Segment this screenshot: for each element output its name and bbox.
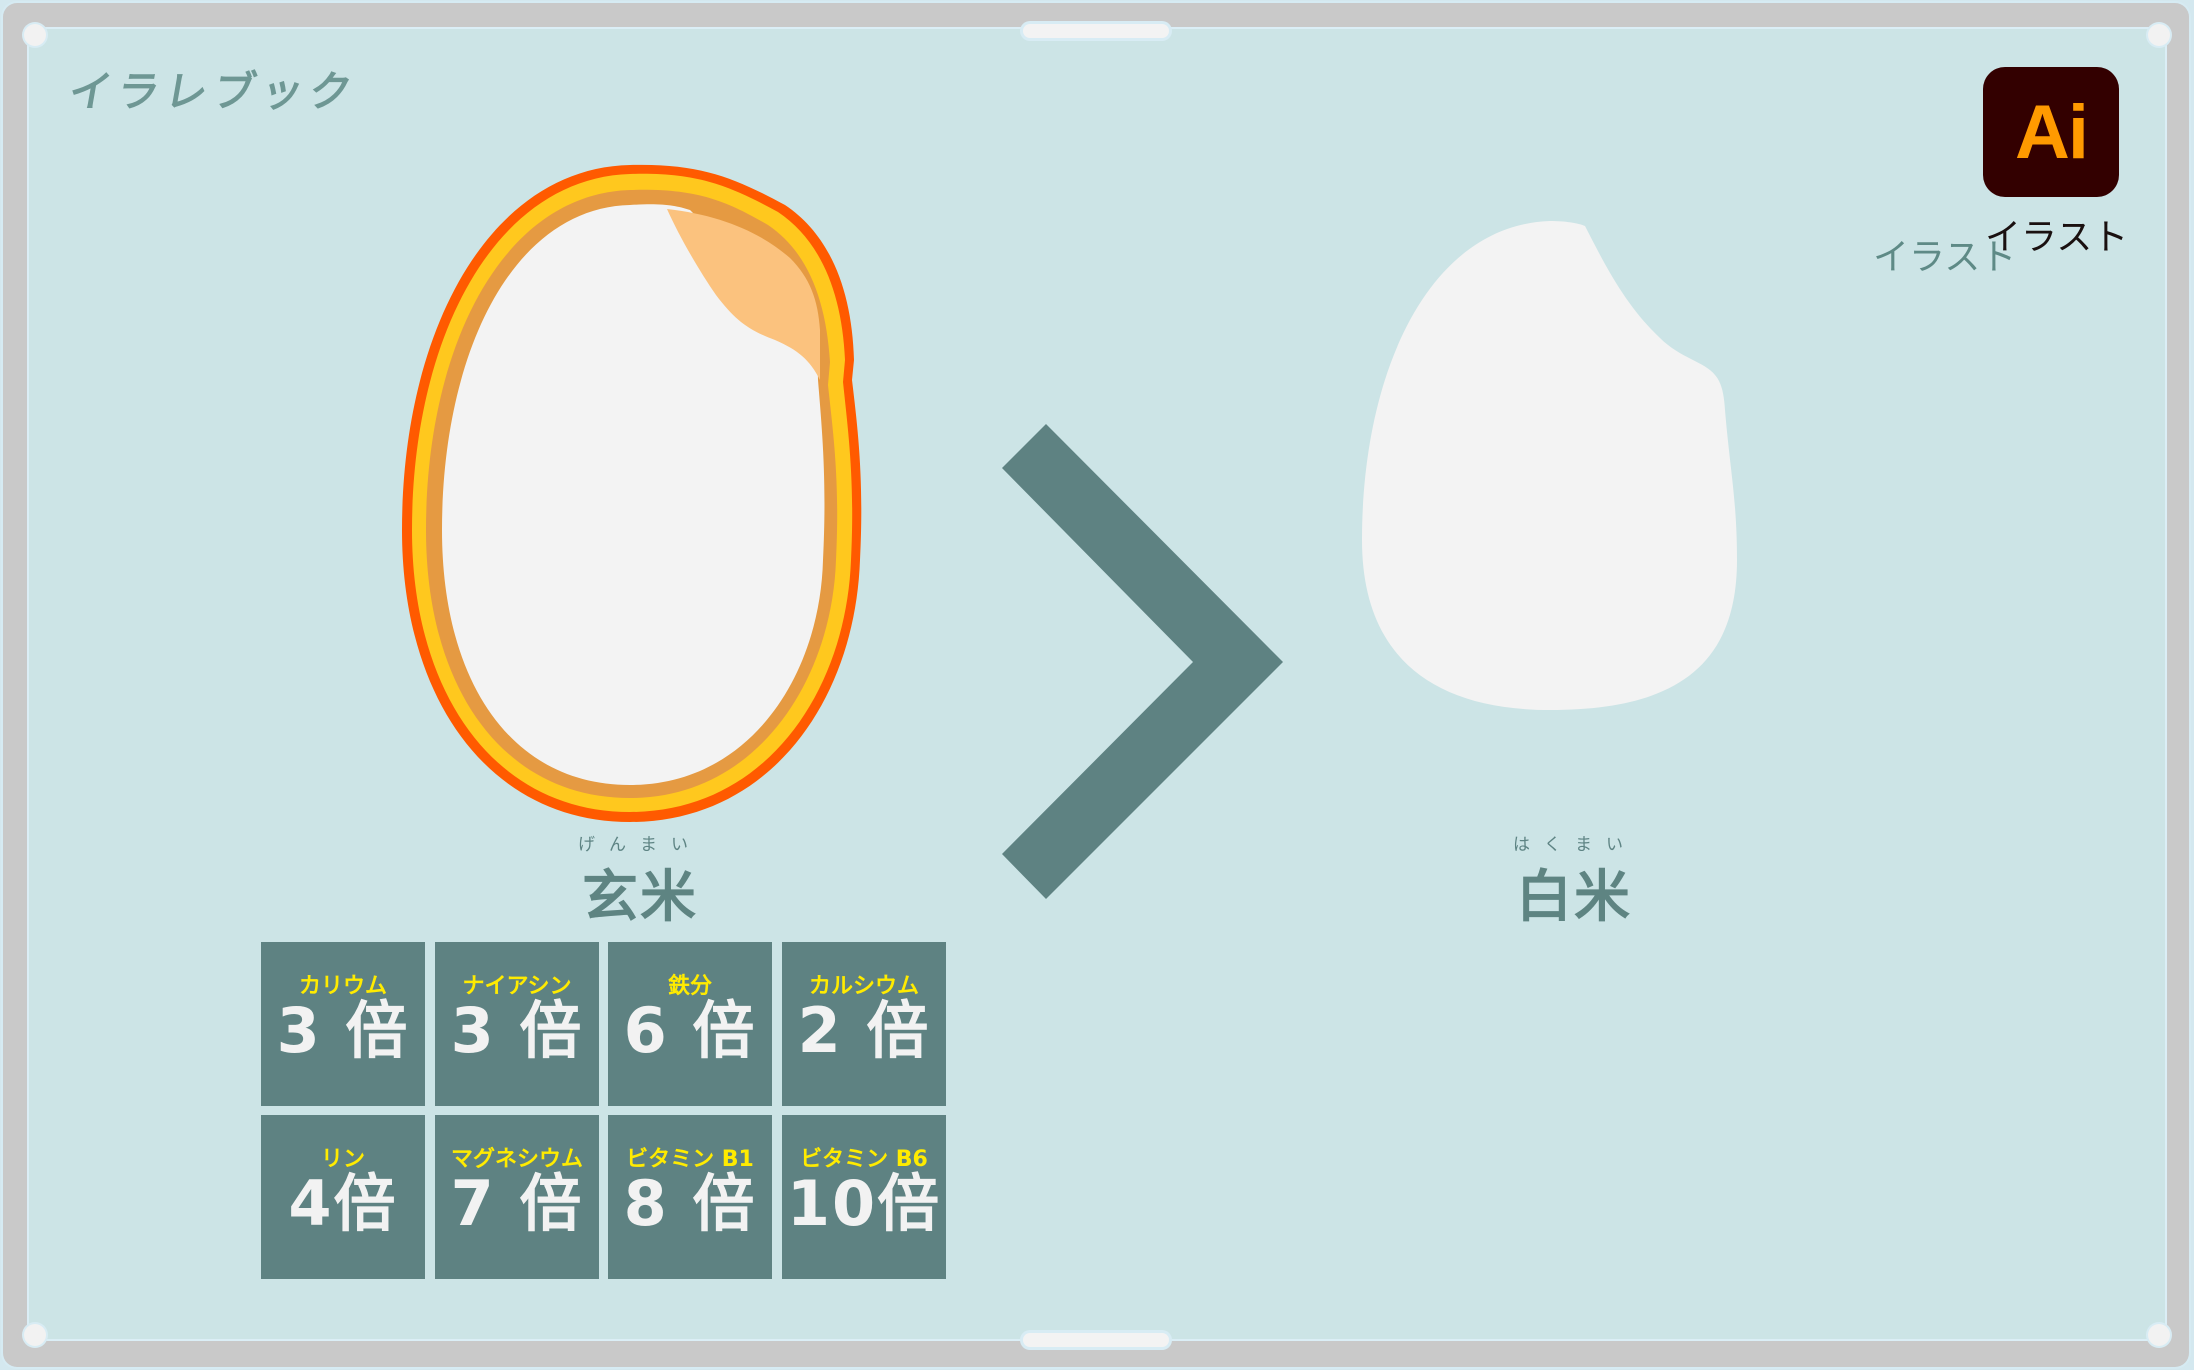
white-rice-label: 白米 — [1516, 865, 1632, 930]
nutrient-cell: 鉄分 6 倍 — [608, 942, 772, 1106]
nutrient-cell: カリウム 3 倍 — [261, 942, 425, 1106]
nutrient-multiplier: 8 倍 — [623, 1167, 757, 1241]
brown-rice-label: 玄米 — [582, 865, 698, 930]
nutrient-multiplier: 4倍 — [288, 1167, 398, 1241]
nutrient-cell: ビタミン B6 10倍 — [782, 1115, 946, 1279]
nutrient-multiplier: 10倍 — [786, 1167, 942, 1241]
nutrient-multiplier: 2 倍 — [797, 994, 931, 1068]
nutrient-cell: マグネシウム 7 倍 — [435, 1115, 599, 1279]
nutrient-cell: ビタミン B1 8 倍 — [608, 1115, 772, 1279]
brown-rice-grain — [402, 164, 862, 822]
nutrient-multiplier: 3 倍 — [276, 994, 410, 1068]
nutrient-multiplier: 7 倍 — [450, 1167, 584, 1241]
greater-than-icon — [1002, 424, 1283, 899]
nutrient-multiplier: 3 倍 — [450, 994, 584, 1068]
nutrient-multiplier: 6 倍 — [623, 994, 757, 1068]
white-rice-grain — [1362, 221, 1737, 710]
nutrient-cell: ナイアシン 3 倍 — [435, 942, 599, 1106]
nutrient-cell: リン 4倍 — [261, 1115, 425, 1279]
nutrient-cell: カルシウム 2 倍 — [782, 942, 946, 1106]
